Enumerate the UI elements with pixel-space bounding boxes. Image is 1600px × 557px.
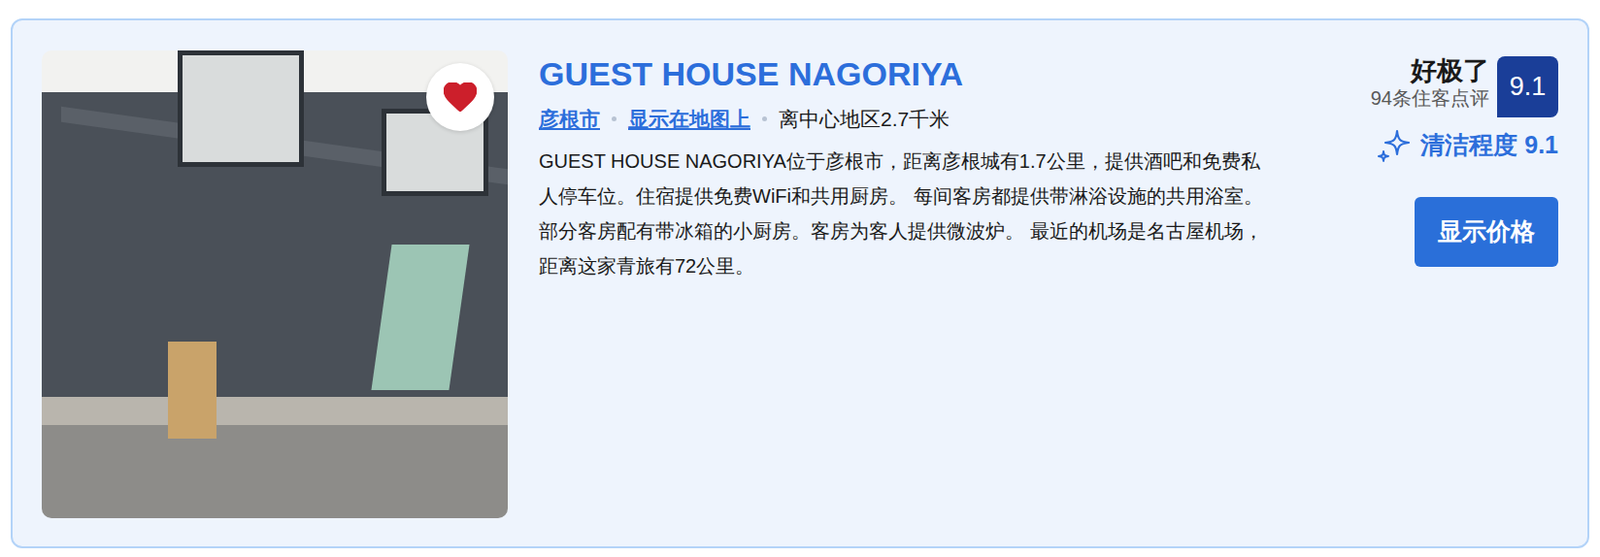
map-link[interactable]: 显示在地图上 [628, 103, 751, 135]
distance-text: 离中心地区2.7千米 [778, 103, 950, 135]
rating-label: 好极了 [1370, 56, 1490, 87]
rating-panel: 好极了 94条住客点评 9.1 清洁程度 9.1 显示价格 [1269, 50, 1559, 517]
hotel-name[interactable]: GUEST HOUSE NAGORIYA [538, 54, 1270, 95]
review-count[interactable]: 94条住客点评 [1370, 86, 1490, 110]
sparkle-icon [1375, 127, 1413, 165]
description: GUEST HOUSE NAGORIYA位于彦根市，距离彦根城有1.7公里，提供… [538, 143, 1270, 284]
city-link[interactable]: 彦根市 [538, 103, 600, 135]
favorite-button[interactable] [426, 63, 495, 132]
cleanliness-score: 清洁程度 9.1 [1420, 127, 1559, 165]
score-badge: 9.1 [1497, 56, 1559, 118]
hotel-card: GUEST HOUSE NAGORIYA 彦根市 显示在地图上 离中心地区2.7… [10, 18, 1590, 549]
separator-dot [611, 116, 617, 122]
hotel-info: GUEST HOUSE NAGORIYA 彦根市 显示在地图上 离中心地区2.7… [538, 50, 1270, 517]
show-price-button[interactable]: 显示价格 [1414, 197, 1559, 267]
separator-dot [762, 116, 767, 122]
hotel-photo[interactable] [41, 50, 508, 519]
heart-icon [443, 82, 477, 112]
